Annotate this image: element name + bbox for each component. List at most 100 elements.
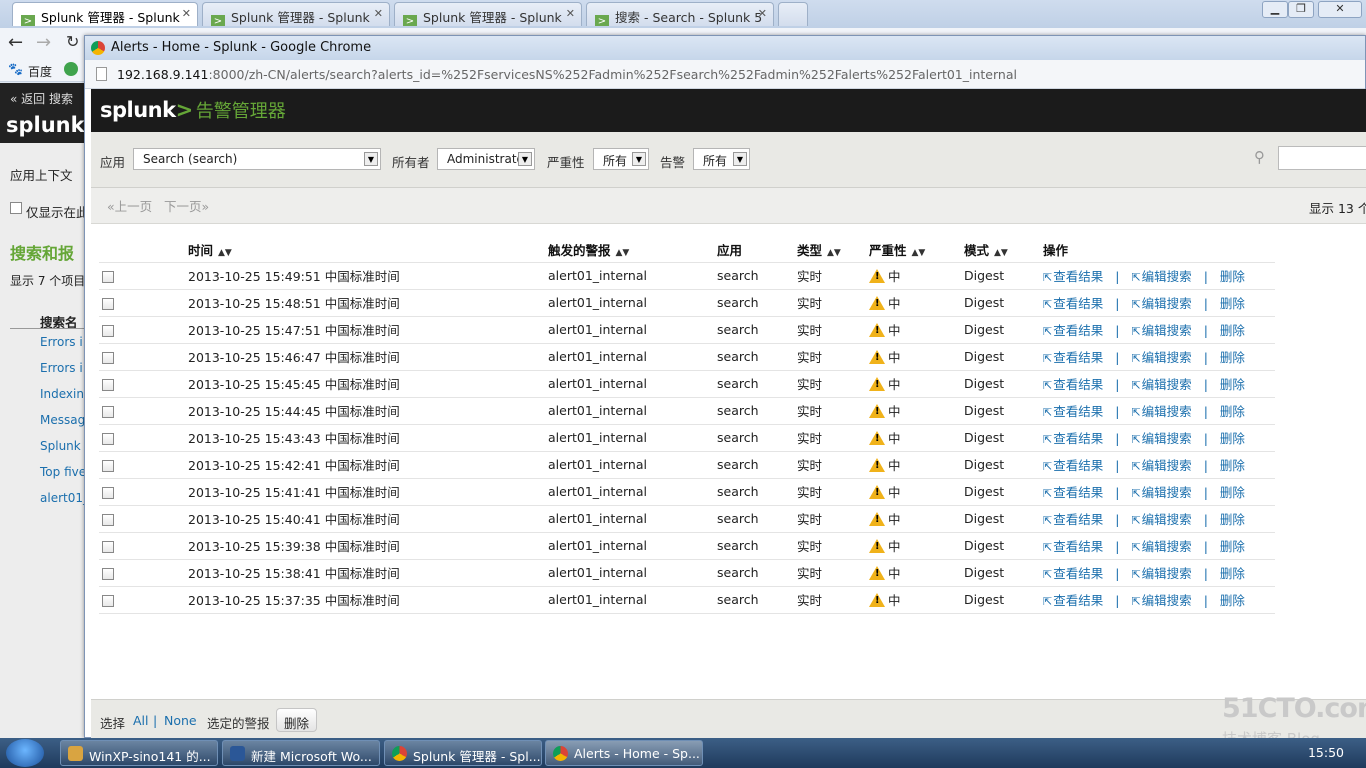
delete-link[interactable]: 删除: [1220, 350, 1245, 365]
view-results-link[interactable]: ⇱查看结果: [1043, 485, 1103, 500]
bg-list-item[interactable]: alert01_: [40, 491, 84, 505]
owner-select[interactable]: Administrator ▼: [437, 148, 535, 170]
close-tab-icon[interactable]: ✕: [182, 7, 191, 20]
edit-search-link[interactable]: ⇱编辑搜索: [1131, 350, 1191, 365]
search-input[interactable]: [1278, 146, 1366, 170]
next-page-link[interactable]: 下一页»: [164, 196, 209, 215]
edit-search-link[interactable]: ⇱编辑搜索: [1131, 593, 1191, 608]
select-none-link[interactable]: None: [164, 713, 197, 728]
view-results-link[interactable]: ⇱查看结果: [1043, 539, 1103, 554]
header-type[interactable]: 类型 ▲▼: [797, 238, 869, 262]
delete-link[interactable]: 删除: [1220, 296, 1245, 311]
forward-arrow-icon[interactable]: →: [36, 32, 51, 53]
system-clock[interactable]: 15:50: [1308, 745, 1344, 760]
taskbar-item[interactable]: WinXP-sino141 的...: [60, 740, 218, 766]
row-checkbox[interactable]: [102, 270, 114, 283]
bookmark-baidu[interactable]: 百度: [28, 63, 52, 80]
new-tab-button[interactable]: [778, 2, 808, 26]
start-button[interactable]: [6, 739, 44, 767]
row-checkbox[interactable]: [102, 378, 114, 391]
taskbar-item[interactable]: Splunk 管理器 - Spl...: [384, 740, 542, 766]
delete-link[interactable]: 删除: [1220, 377, 1245, 392]
view-results-link[interactable]: ⇱查看结果: [1043, 458, 1103, 473]
bookmark-icon[interactable]: [64, 62, 78, 76]
edit-search-link[interactable]: ⇱编辑搜索: [1131, 323, 1191, 338]
minimize-icon[interactable]: ▁: [1262, 1, 1288, 18]
delete-link[interactable]: 删除: [1220, 269, 1245, 284]
bg-tab-4[interactable]: > 搜索 - Search - Splunk 5 ✕: [586, 2, 774, 26]
view-results-link[interactable]: ⇱查看结果: [1043, 296, 1103, 311]
view-results-link[interactable]: ⇱查看结果: [1043, 431, 1103, 446]
header-time[interactable]: 时间 ▲▼: [188, 238, 548, 262]
delete-link[interactable]: 删除: [1220, 539, 1245, 554]
delete-link[interactable]: 删除: [1220, 431, 1245, 446]
close-tab-icon[interactable]: ✕: [374, 7, 383, 20]
delete-link[interactable]: 删除: [1220, 566, 1245, 581]
edit-search-link[interactable]: ⇱编辑搜索: [1131, 539, 1191, 554]
edit-search-link[interactable]: ⇱编辑搜索: [1131, 485, 1191, 500]
row-checkbox[interactable]: [102, 513, 114, 526]
edit-search-link[interactable]: ⇱编辑搜索: [1131, 431, 1191, 446]
row-checkbox[interactable]: [102, 432, 114, 445]
delete-link[interactable]: 删除: [1220, 404, 1245, 419]
view-results-link[interactable]: ⇱查看结果: [1043, 269, 1103, 284]
bg-list-item[interactable]: Splunk: [40, 439, 81, 453]
taskbar-item[interactable]: 新建 Microsoft Wo...: [222, 740, 380, 766]
close-window-icon[interactable]: ✕: [1318, 1, 1362, 18]
restore-icon[interactable]: ❐: [1288, 1, 1314, 18]
taskbar-item-active[interactable]: Alerts - Home - Sp...: [545, 740, 703, 766]
bg-list-item[interactable]: Indexin: [40, 387, 84, 401]
delete-link[interactable]: 删除: [1220, 593, 1245, 608]
view-results-link[interactable]: ⇱查看结果: [1043, 350, 1103, 365]
row-checkbox[interactable]: [102, 567, 114, 580]
view-results-link[interactable]: ⇱查看结果: [1043, 377, 1103, 392]
severity-select[interactable]: 所有 ▼: [593, 148, 649, 170]
row-checkbox[interactable]: [102, 486, 114, 499]
bg-list-item[interactable]: Top five: [40, 465, 84, 479]
bg-tab-3[interactable]: > Splunk 管理器 - Splunk ✕: [394, 2, 582, 26]
delete-link[interactable]: 删除: [1220, 323, 1245, 338]
header-alert[interactable]: 触发的警报 ▲▼: [548, 238, 717, 262]
delete-link[interactable]: 删除: [1220, 512, 1245, 527]
view-results-link[interactable]: ⇱查看结果: [1043, 566, 1103, 581]
row-checkbox[interactable]: [102, 540, 114, 553]
alert-select[interactable]: 所有 ▼: [693, 148, 750, 170]
row-checkbox[interactable]: [102, 324, 114, 337]
view-results-link[interactable]: ⇱查看结果: [1043, 323, 1103, 338]
view-results-link[interactable]: ⇱查看结果: [1043, 512, 1103, 527]
edit-search-link[interactable]: ⇱编辑搜索: [1131, 566, 1191, 581]
prev-page-link[interactable]: «上一页: [107, 196, 152, 215]
edit-search-link[interactable]: ⇱编辑搜索: [1131, 512, 1191, 527]
view-results-link[interactable]: ⇱查看结果: [1043, 404, 1103, 419]
header-mode[interactable]: 模式 ▲▼: [964, 238, 1043, 262]
bg-tab-2[interactable]: > Splunk 管理器 - Splunk ✕: [202, 2, 390, 26]
delete-selected-button[interactable]: 删除: [276, 708, 318, 732]
row-checkbox[interactable]: [102, 594, 114, 607]
app-select[interactable]: Search (search) ▼: [133, 148, 381, 170]
edit-search-link[interactable]: ⇱编辑搜索: [1131, 404, 1191, 419]
splunk-logo[interactable]: splunk> 告警管理器: [100, 97, 286, 123]
bg-list-item[interactable]: Messag: [40, 413, 84, 427]
edit-search-link[interactable]: ⇱编辑搜索: [1131, 377, 1191, 392]
view-results-link[interactable]: ⇱查看结果: [1043, 593, 1103, 608]
delete-link[interactable]: 删除: [1220, 485, 1245, 500]
bg-list-item[interactable]: Errors i: [40, 361, 83, 375]
delete-link[interactable]: 删除: [1220, 458, 1245, 473]
edit-search-link[interactable]: ⇱编辑搜索: [1131, 269, 1191, 284]
row-checkbox[interactable]: [102, 297, 114, 310]
edit-search-link[interactable]: ⇱编辑搜索: [1131, 458, 1191, 473]
close-tab-icon[interactable]: ✕: [758, 7, 767, 20]
close-tab-icon[interactable]: ✕: [566, 7, 575, 20]
bg-list-item[interactable]: Errors i: [40, 335, 83, 349]
row-checkbox[interactable]: [102, 405, 114, 418]
back-arrow-icon[interactable]: ←: [8, 32, 23, 53]
header-severity[interactable]: 严重性 ▲▼: [869, 238, 964, 262]
search-icon[interactable]: ⚲: [1254, 148, 1265, 166]
row-checkbox[interactable]: [102, 459, 114, 472]
popup-address-bar[interactable]: 192.168.9.141:8000/zh-CN/alerts/search?a…: [85, 60, 1365, 89]
select-all-link[interactable]: All: [133, 713, 149, 728]
row-checkbox[interactable]: [102, 351, 114, 364]
edit-search-link[interactable]: ⇱编辑搜索: [1131, 296, 1191, 311]
bg-tab-1[interactable]: > Splunk 管理器 - Splunk ✕: [12, 2, 198, 26]
reload-icon[interactable]: ↻: [66, 32, 79, 51]
